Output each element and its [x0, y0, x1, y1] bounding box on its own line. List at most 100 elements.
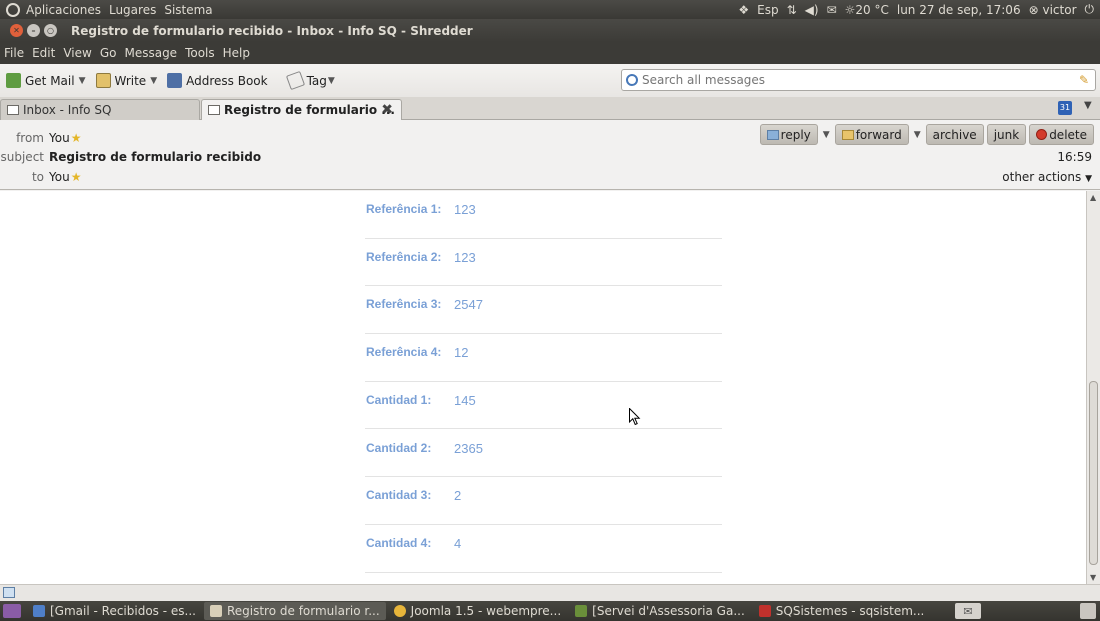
tag-dropdown-icon[interactable]: ▼ — [328, 76, 335, 86]
menu-tools[interactable]: Tools — [185, 46, 215, 60]
menu-edit[interactable]: Edit — [32, 46, 55, 60]
inbox-tab-icon — [7, 105, 19, 115]
clear-search-icon[interactable]: ✎ — [1079, 73, 1089, 87]
star-icon[interactable]: ★ — [71, 170, 82, 184]
tab-list-dropdown-icon[interactable]: ▼ — [1084, 100, 1092, 111]
delete-button[interactable]: delete — [1029, 124, 1094, 145]
volume-icon[interactable]: ◀) — [805, 3, 819, 17]
scroll-down-icon[interactable]: ▼ — [1090, 573, 1096, 582]
network-icon[interactable]: ⇅ — [787, 3, 797, 17]
window-titlebar[interactable]: ✕ – ○ Registro de formulario recibido - … — [0, 19, 1100, 42]
menu-file[interactable]: File — [4, 46, 24, 60]
form-row-label: Referência 1: — [366, 202, 442, 216]
window-title: Registro de formulario recibido - Inbox … — [71, 23, 473, 38]
taskbar-item-joomla[interactable]: Joomla 1.5 - webempre... — [388, 602, 567, 620]
scroll-thumb[interactable] — [1089, 381, 1098, 565]
search-input[interactable] — [642, 73, 1072, 87]
top-panel: Aplicaciones Lugares Sistema ❖ Esp ⇅ ◀) … — [0, 0, 1100, 19]
taskbar-item-label: [Servei d'Assessoria Ga... — [592, 604, 745, 618]
ubuntu-logo-icon[interactable] — [6, 2, 20, 17]
from-label: from — [16, 131, 44, 145]
message-header: from You ★ subject Registro de formulari… — [0, 120, 1100, 190]
bottom-taskbar: [Gmail - Recibidos - es... Registro de f… — [0, 601, 1100, 621]
mail-indicator-icon[interactable]: ✉ — [827, 3, 837, 17]
clock[interactable]: lun 27 de sep, 17:06 — [897, 3, 1021, 17]
taskbar-item-shredder[interactable]: Registro de formulario r... — [203, 602, 386, 620]
reply-dropdown-icon[interactable]: ▼ — [821, 124, 832, 145]
mail-tray-icon[interactable]: ✉ — [955, 603, 981, 619]
user-menu[interactable]: ⊗ victor — [1029, 3, 1077, 17]
taskbar-item-servei[interactable]: [Servei d'Assessoria Ga... — [569, 602, 751, 620]
taskbar-item-gmail[interactable]: [Gmail - Recibidos - es... — [27, 602, 202, 620]
message-scrollbar[interactable]: ▲ ▼ — [1086, 191, 1100, 584]
form-row-label: Cantidad 4: — [366, 535, 432, 550]
junk-button[interactable]: junk — [986, 124, 1027, 145]
main-toolbar: Get Mail ▼ Write ▼ Address Book Tag ▼ ✎ — [0, 64, 1100, 97]
form-row-label: Cantidad 2: — [366, 440, 432, 455]
form-row-value: 4 — [454, 535, 462, 551]
tab-inbox[interactable]: Inbox - Info SQ — [0, 99, 200, 120]
form-row-value: 123 — [454, 202, 476, 217]
write-icon — [95, 73, 111, 88]
reply-icon — [766, 129, 779, 140]
trash-icon[interactable] — [1080, 603, 1096, 619]
close-tab-icon[interactable]: ✖ — [381, 102, 393, 118]
reply-button[interactable]: reply — [759, 124, 818, 145]
menu-sistema[interactable]: Sistema — [164, 3, 212, 17]
window-minimize-button[interactable]: – — [27, 24, 40, 37]
form-row-label: Cantidad 1: — [366, 392, 432, 407]
browser-icon — [33, 605, 45, 617]
power-icon[interactable]: ⏻ — [1085, 2, 1095, 17]
offline-status-icon[interactable] — [3, 587, 15, 598]
header-actions: reply ▼ forward ▼ archive junk delete — [759, 124, 1094, 145]
get-mail-button[interactable]: Get Mail ▼ — [6, 73, 86, 88]
form-row-label: Cantidad 3: — [366, 488, 432, 503]
star-icon[interactable]: ★ — [71, 131, 82, 145]
scroll-up-icon[interactable]: ▲ — [1090, 193, 1096, 202]
search-box[interactable]: ✎ — [621, 69, 1096, 91]
show-desktop-icon[interactable] — [3, 604, 21, 618]
menubar: File Edit View Go Message Tools Help — [0, 42, 1100, 64]
forward-button[interactable]: forward — [834, 124, 909, 145]
delete-icon — [1036, 129, 1048, 140]
get-mail-label: Get Mail — [25, 73, 75, 88]
status-bar — [0, 584, 1100, 601]
menu-lugares[interactable]: Lugares — [109, 3, 156, 17]
header-subject-row: subject Registro de formulario recibido — [0, 150, 262, 164]
forward-dropdown-icon[interactable]: ▼ — [912, 124, 923, 145]
other-actions-button[interactable]: other actions ▼ — [1002, 170, 1092, 184]
tag-label: Tag — [306, 73, 327, 88]
get-mail-dropdown-icon[interactable]: ▼ — [79, 76, 86, 86]
window-maximize-button[interactable]: ○ — [44, 24, 57, 37]
address-book-button[interactable]: Address Book — [167, 73, 268, 88]
tab-message[interactable]: Registro de formulario ... ✖ — [201, 99, 402, 120]
menu-go[interactable]: Go — [100, 46, 117, 60]
message-body[interactable]: Referência 1: 123 Referência 2: 123 Refe… — [0, 191, 1086, 584]
search-icon[interactable] — [626, 74, 638, 86]
window-close-button[interactable]: ✕ — [10, 24, 23, 37]
menu-message[interactable]: Message — [124, 46, 177, 60]
menu-help[interactable]: Help — [223, 46, 250, 60]
dropbox-icon[interactable]: ❖ — [738, 3, 749, 17]
weather[interactable]: ☼20 °C — [845, 3, 889, 17]
write-dropdown-icon[interactable]: ▼ — [150, 76, 157, 86]
to-value[interactable]: You — [49, 170, 70, 184]
tab-inbox-label: Inbox - Info SQ — [23, 103, 112, 117]
from-value[interactable]: You — [49, 131, 70, 145]
weather-temp: 20 °C — [855, 2, 889, 17]
form-row-label: Referência 2: — [366, 249, 442, 264]
write-button[interactable]: Write ▼ — [95, 73, 157, 88]
editor-icon — [575, 605, 588, 617]
reply-label: reply — [780, 127, 811, 142]
menu-view[interactable]: View — [63, 46, 91, 60]
write-label: Write — [114, 73, 147, 88]
menu-aplicaciones[interactable]: Aplicaciones — [26, 3, 101, 17]
archive-button[interactable]: archive — [925, 124, 984, 145]
junk-label: junk — [993, 127, 1020, 142]
tag-button[interactable]: Tag ▼ — [285, 70, 335, 91]
calendar-icon[interactable]: 31 — [1058, 101, 1072, 115]
keyboard-layout[interactable]: Esp — [757, 3, 778, 17]
taskbar-item-sqsistemes[interactable]: SQSistemes - sqsistem... — [753, 602, 931, 620]
taskbar-item-label: Joomla 1.5 - webempre... — [410, 604, 562, 618]
filezilla-icon — [758, 605, 771, 617]
